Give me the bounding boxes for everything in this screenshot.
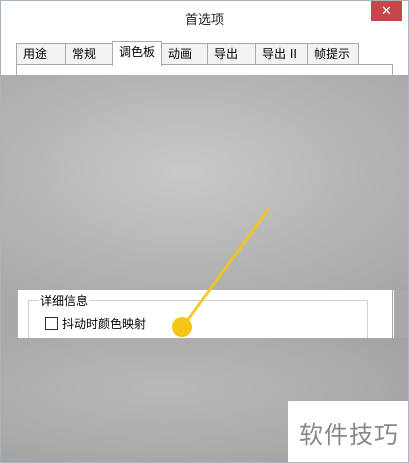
- pointer-annotation: [172, 208, 270, 337]
- preferences-dialog: 首选项 ✕ 用途 常规 调色板 动画 导出 导出 II 帧提示 详细信息 抖动时…: [0, 0, 409, 463]
- pointer-dot-icon: [172, 317, 192, 337]
- watermark-text: 软件技巧: [299, 421, 399, 449]
- watermark: 软件技巧: [288, 401, 408, 462]
- pointer-line: [182, 208, 270, 327]
